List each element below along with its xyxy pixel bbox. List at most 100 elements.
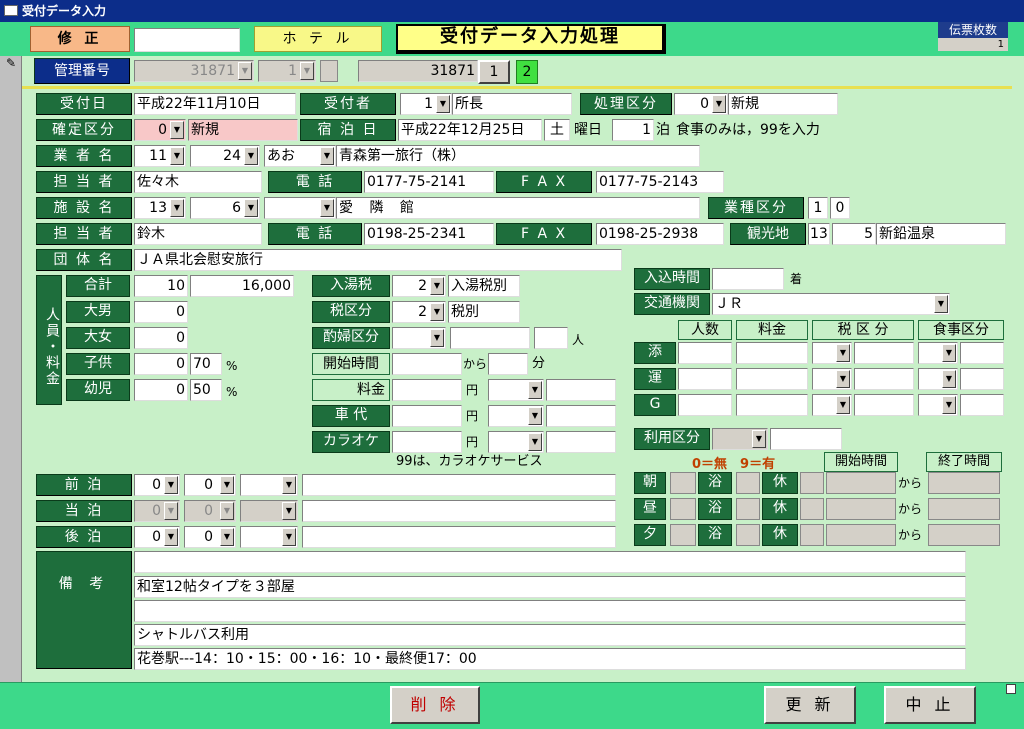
extra-count-2[interactable] [678, 368, 732, 390]
reception-date-input[interactable]: 平成22年11月10日 [134, 93, 296, 115]
adult-female-count[interactable]: 0 [134, 327, 188, 349]
start-time-input[interactable] [392, 353, 462, 375]
remarks-line-3[interactable] [134, 600, 966, 622]
chevron-down-icon[interactable]: ▼ [320, 147, 334, 165]
next-stay-select-2[interactable]: 0 ▼ [184, 526, 236, 548]
lunch-end-time[interactable] [928, 498, 1000, 520]
agent-fax-input[interactable]: 0177-75-2143 [596, 171, 724, 193]
agent-kana-select[interactable]: あお ▼ [264, 145, 336, 167]
chevron-down-icon[interactable]: ▼ [430, 329, 444, 347]
adult-male-count[interactable]: 0 [134, 301, 188, 323]
extra-fee-2[interactable] [736, 368, 808, 390]
prev-stay-input[interactable] [302, 474, 616, 496]
extra-count-1[interactable] [678, 342, 732, 364]
cancel-button[interactable]: 中 止 [884, 686, 976, 724]
companion-count[interactable] [534, 327, 568, 349]
chevron-down-icon[interactable]: ▼ [170, 147, 184, 165]
minutes-input[interactable] [488, 353, 528, 375]
car-fee-input[interactable] [392, 405, 462, 427]
current-stay-select-2[interactable]: 0 ▼ [184, 500, 236, 522]
bath-tax-select[interactable]: 2 ▼ [392, 275, 446, 297]
mgmt-btn-2[interactable]: 2 [516, 60, 538, 84]
facility-contact-input[interactable]: 鈴木 [134, 223, 262, 245]
facility-code2-select[interactable]: 6 ▼ [190, 197, 260, 219]
extra-tax-select-2[interactable]: ▼ [812, 368, 852, 390]
chevron-down-icon[interactable]: ▼ [320, 199, 334, 217]
infant-pct[interactable]: 50 [190, 379, 222, 401]
chevron-down-icon[interactable]: ▼ [282, 476, 296, 494]
next-stay-select-1[interactable]: 0 ▼ [134, 526, 180, 548]
chevron-down-icon[interactable]: ▼ [244, 147, 258, 165]
extra-fee-3[interactable] [736, 394, 808, 416]
current-stay-select-1[interactable]: 0 ▼ [134, 500, 180, 522]
lunch-start-time[interactable] [826, 498, 896, 520]
group-name-input[interactable]: ＪＡ県北会慰安旅行 [134, 249, 622, 271]
lunch-flag[interactable] [670, 498, 696, 520]
companion-input[interactable] [450, 327, 530, 349]
chevron-down-icon[interactable]: ▼ [528, 407, 542, 425]
dinner-flag[interactable] [670, 524, 696, 546]
extra-fee-1[interactable] [736, 342, 808, 364]
tourist-code[interactable]: 13 [808, 223, 830, 245]
chevron-down-icon[interactable]: ▼ [836, 370, 850, 388]
update-button[interactable]: 更 新 [764, 686, 856, 724]
remarks-line-1[interactable] [134, 551, 966, 573]
chevron-down-icon[interactable]: ▼ [528, 433, 542, 451]
tax-type-select[interactable]: 2 ▼ [392, 301, 446, 323]
child-count[interactable]: 0 [134, 353, 188, 375]
weekday-input[interactable]: 土 [544, 119, 570, 141]
chevron-down-icon[interactable]: ▼ [836, 344, 850, 362]
extra-count-3[interactable] [678, 394, 732, 416]
nights-input[interactable]: 1 [612, 119, 654, 141]
chevron-down-icon[interactable]: ▼ [430, 303, 444, 321]
chevron-down-icon[interactable]: ▼ [244, 199, 258, 217]
infant-count[interactable]: 0 [134, 379, 188, 401]
resize-grip-icon[interactable] [1006, 684, 1016, 694]
chevron-down-icon[interactable]: ▼ [220, 528, 234, 546]
chevron-down-icon[interactable]: ▼ [528, 381, 542, 399]
mode-input[interactable] [134, 28, 240, 52]
fee-tax-select[interactable]: ▼ [488, 379, 544, 401]
remarks-line-5[interactable]: 花巻駅---14：10・15：00・16：10・最終便17：00 [134, 648, 966, 670]
fee-input[interactable] [392, 379, 462, 401]
next-stay-select-3[interactable]: ▼ [240, 526, 298, 548]
remarks-line-4[interactable]: シャトルバス利用 [134, 624, 966, 646]
remarks-line-2[interactable]: 和室12帖タイプを３部屋 [134, 576, 966, 598]
extra-tax-select-3[interactable]: ▼ [812, 394, 852, 416]
chevron-down-icon[interactable]: ▼ [282, 502, 296, 520]
chevron-down-icon[interactable]: ▼ [836, 396, 850, 414]
car-tax-select[interactable]: ▼ [488, 405, 544, 427]
chevron-down-icon[interactable]: ▼ [220, 476, 234, 494]
confirm-code-select[interactable]: 0 ▼ [134, 119, 186, 141]
usage-type-select[interactable]: ▼ [712, 428, 768, 450]
karaoke-input[interactable] [392, 431, 462, 453]
extra-tax-select-1[interactable]: ▼ [812, 342, 852, 364]
agent-code1-select[interactable]: 11 ▼ [134, 145, 186, 167]
chevron-down-icon[interactable]: ▼ [712, 95, 726, 113]
chevron-down-icon[interactable]: ▼ [942, 344, 956, 362]
extra-meal-select-3[interactable]: ▼ [918, 394, 958, 416]
dinner-bath-flag[interactable] [736, 524, 760, 546]
agent-code2-select[interactable]: 24 ▼ [190, 145, 260, 167]
current-stay-input[interactable] [302, 500, 616, 522]
extra-meal-select-2[interactable]: ▼ [918, 368, 958, 390]
chevron-down-icon[interactable]: ▼ [238, 62, 252, 80]
mgmt-number-select[interactable]: 31871 ▼ [134, 60, 254, 82]
facility-fax-input[interactable]: 0198-25-2938 [596, 223, 724, 245]
total-count[interactable]: 10 [134, 275, 188, 297]
mgmt-btn-1[interactable]: 1 [478, 60, 510, 84]
mgmt-blank-box[interactable] [320, 60, 338, 82]
agent-contact-input[interactable]: 佐々木 [134, 171, 262, 193]
prev-stay-select-1[interactable]: 0 ▼ [134, 474, 180, 496]
total-fee[interactable]: 16,000 [190, 275, 294, 297]
prev-stay-select-3[interactable]: ▼ [240, 474, 298, 496]
breakfast-rest-flag[interactable] [800, 472, 824, 494]
facility-code1-select[interactable]: 13 ▼ [134, 197, 186, 219]
breakfast-bath-flag[interactable] [736, 472, 760, 494]
karaoke-tax-select[interactable]: ▼ [488, 431, 544, 453]
prev-stay-select-2[interactable]: 0 ▼ [184, 474, 236, 496]
chevron-down-icon[interactable]: ▼ [436, 95, 450, 113]
companion-select[interactable]: ▼ [392, 327, 446, 349]
stay-date-input[interactable]: 平成22年12月25日 [398, 119, 542, 141]
extra-meal-select-1[interactable]: ▼ [918, 342, 958, 364]
